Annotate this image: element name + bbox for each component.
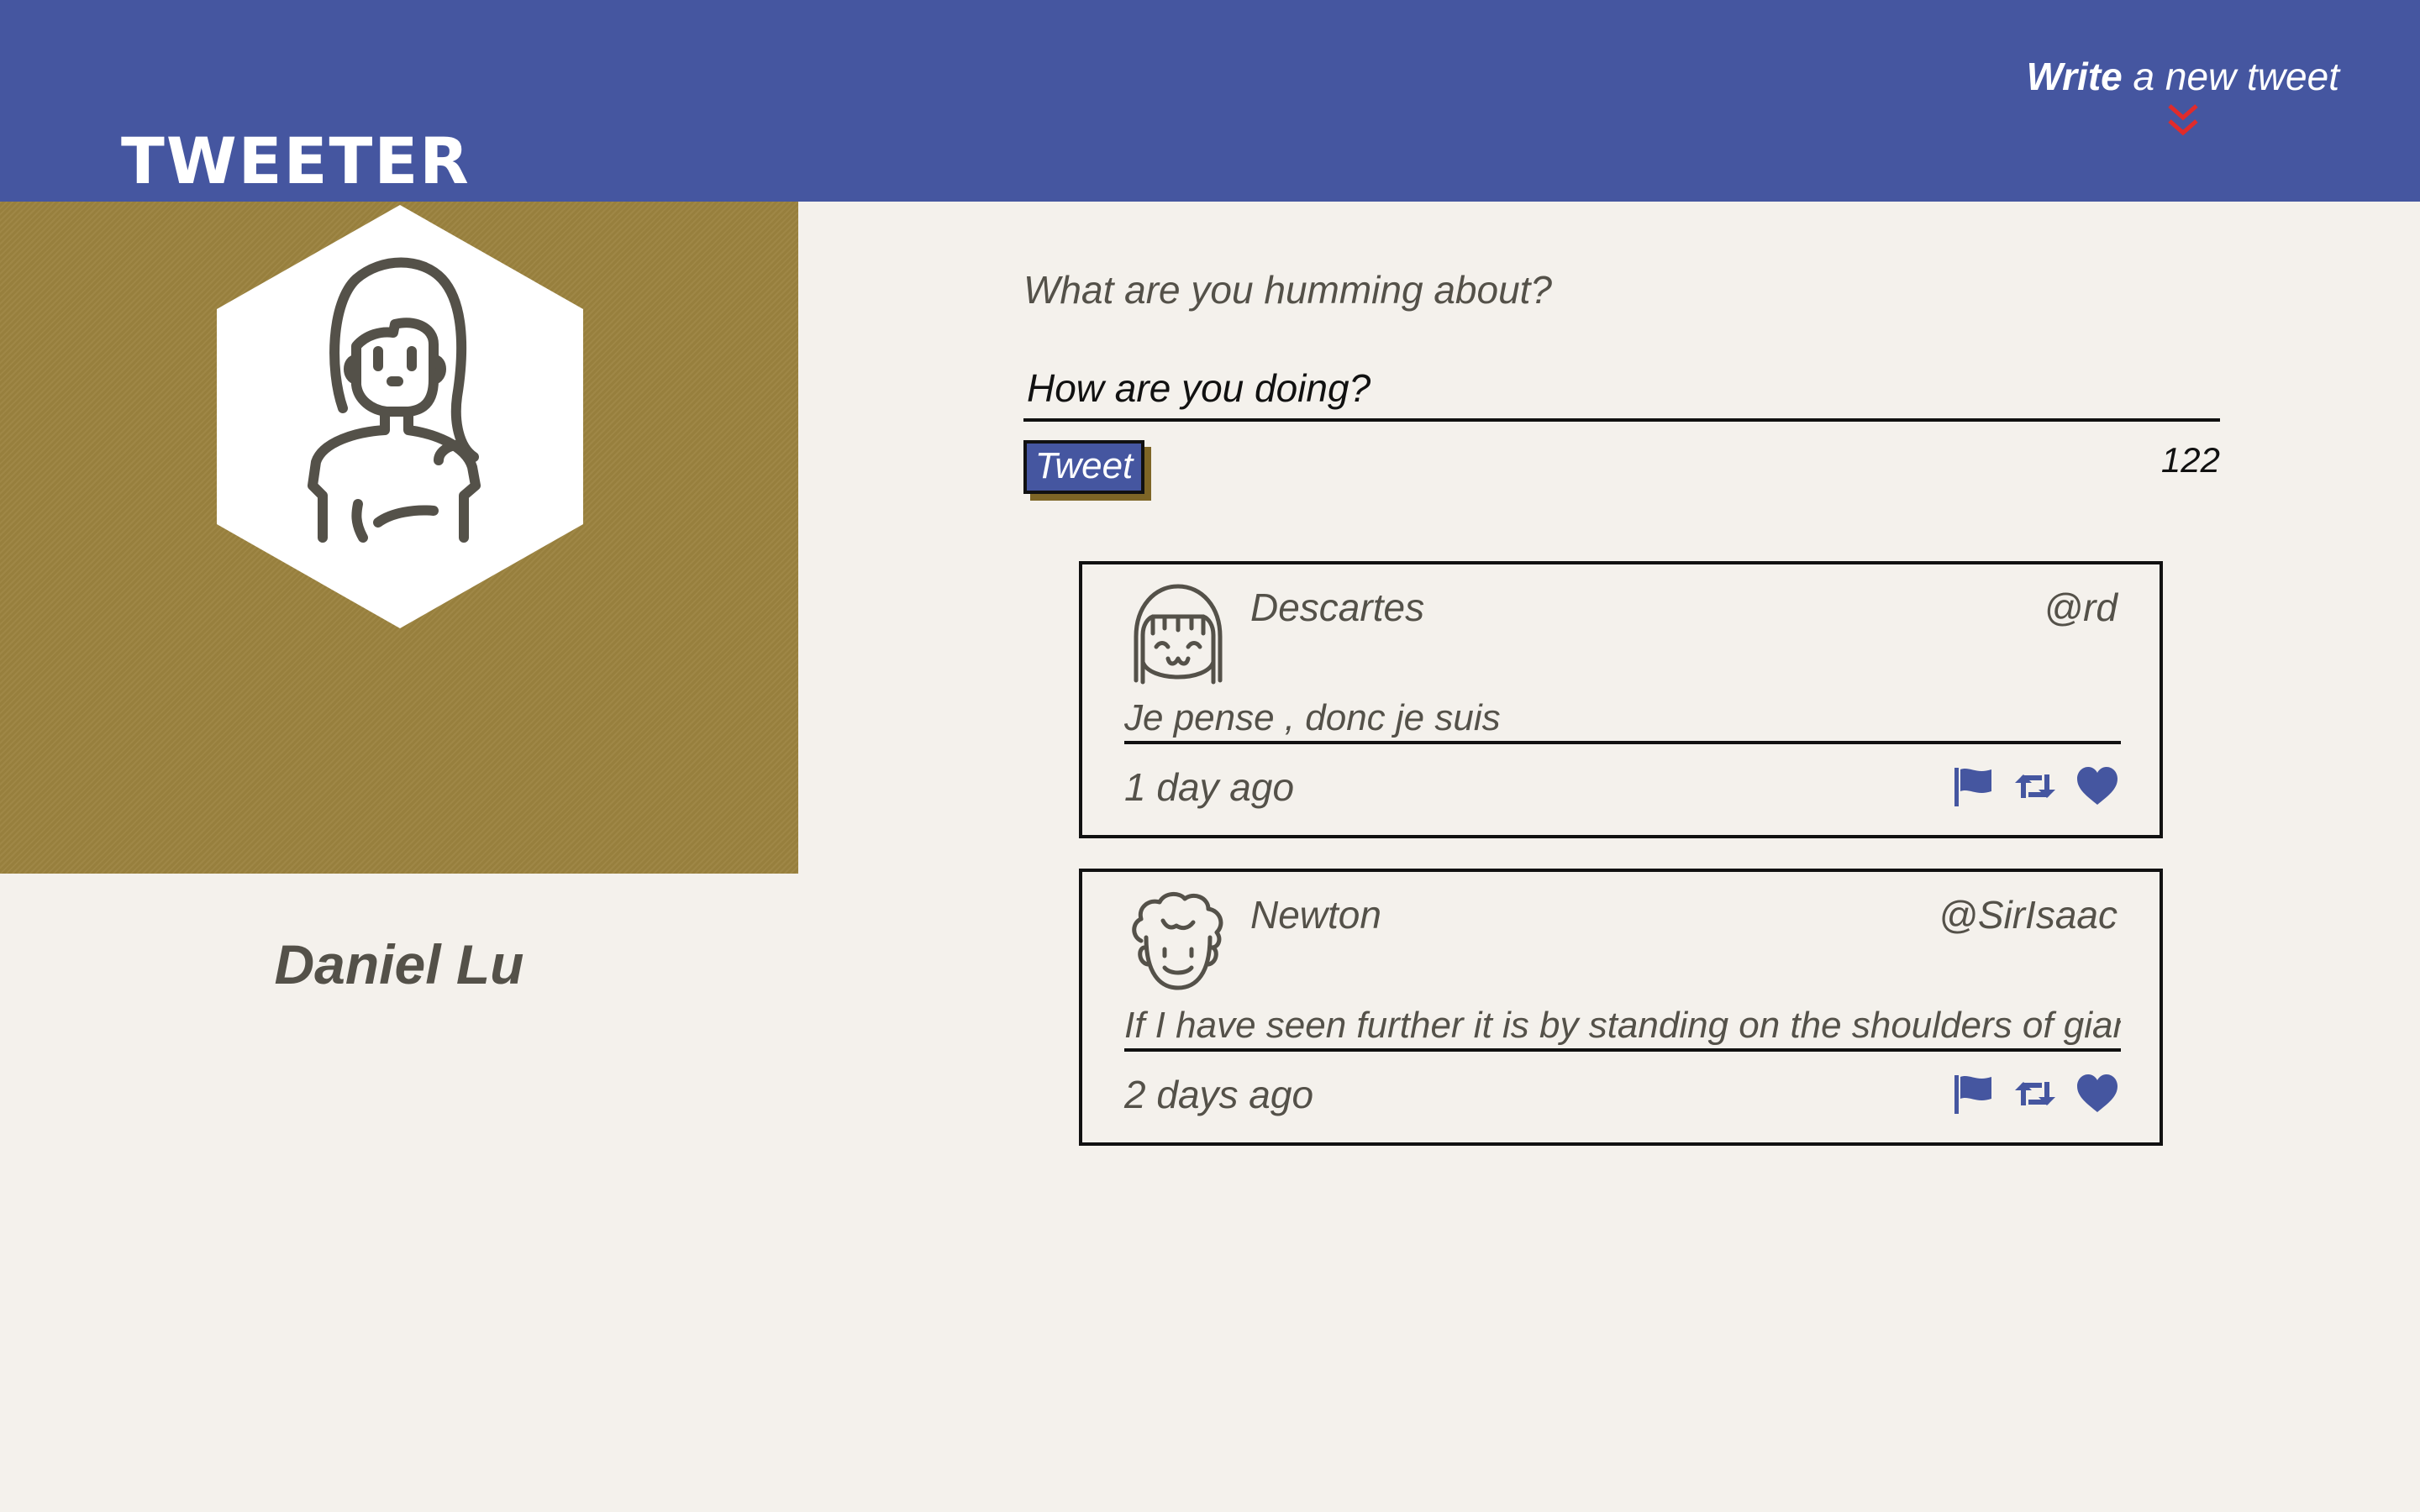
heart-icon[interactable] [2075,764,2119,808]
write-word: Write [2026,55,2123,98]
tweet-timestamp: 1 day ago [1124,765,1295,809]
curly-hair-avatar-icon [1132,892,1223,990]
girl-avatar-icon [1134,584,1223,685]
tweet-text: Je pense , donc je suis [1124,697,2121,744]
tweet-author-handle[interactable]: @rd [2044,585,2118,630]
double-chevron-down-icon[interactable] [2165,102,2202,139]
profile-avatar [217,205,583,628]
app-logo[interactable]: TWEETER [121,128,471,195]
flag-icon[interactable] [1951,764,1995,808]
tweet-card: Descartes @rd Je pense , donc je suis 1 … [1079,561,2163,838]
flag-icon[interactable] [1951,1072,1995,1116]
tweet-actions [1951,1070,2119,1117]
compose-prompt-label: What are you humming about? [1023,268,1553,312]
tweet-button[interactable]: Tweet [1023,440,1144,494]
retweet-icon[interactable] [2013,764,2057,808]
tweet-author-handle[interactable]: @SirIsaac [1939,892,2118,937]
tweet-text: If I have seen further it is by standing… [1124,1005,2121,1052]
tweet-timestamp: 2 days ago [1124,1073,1314,1116]
tweet-actions [1951,763,2119,810]
tweet-author-name[interactable]: Newton [1250,892,1381,937]
profile-name: Daniel Lu [274,933,524,995]
profile-panel: Daniel Lu [0,202,798,995]
heart-icon[interactable] [2075,1072,2119,1116]
write-new-tweet-toggle[interactable]: Write a new tweet [2027,54,2339,139]
tweet-author-name[interactable]: Descartes [1250,585,1424,630]
write-new-tweet-label[interactable]: Write a new tweet [2027,54,2339,99]
tweet-card: Newton @SirIsaac If I have seen further … [1079,869,2163,1146]
retweet-icon[interactable] [2013,1072,2057,1116]
top-header: TWEETER Write a new tweet [0,0,2420,202]
character-counter: 122 [2160,440,2220,480]
a-new-tweet-text: a new tweet [2122,55,2340,98]
tweet-input[interactable] [1023,358,2220,422]
